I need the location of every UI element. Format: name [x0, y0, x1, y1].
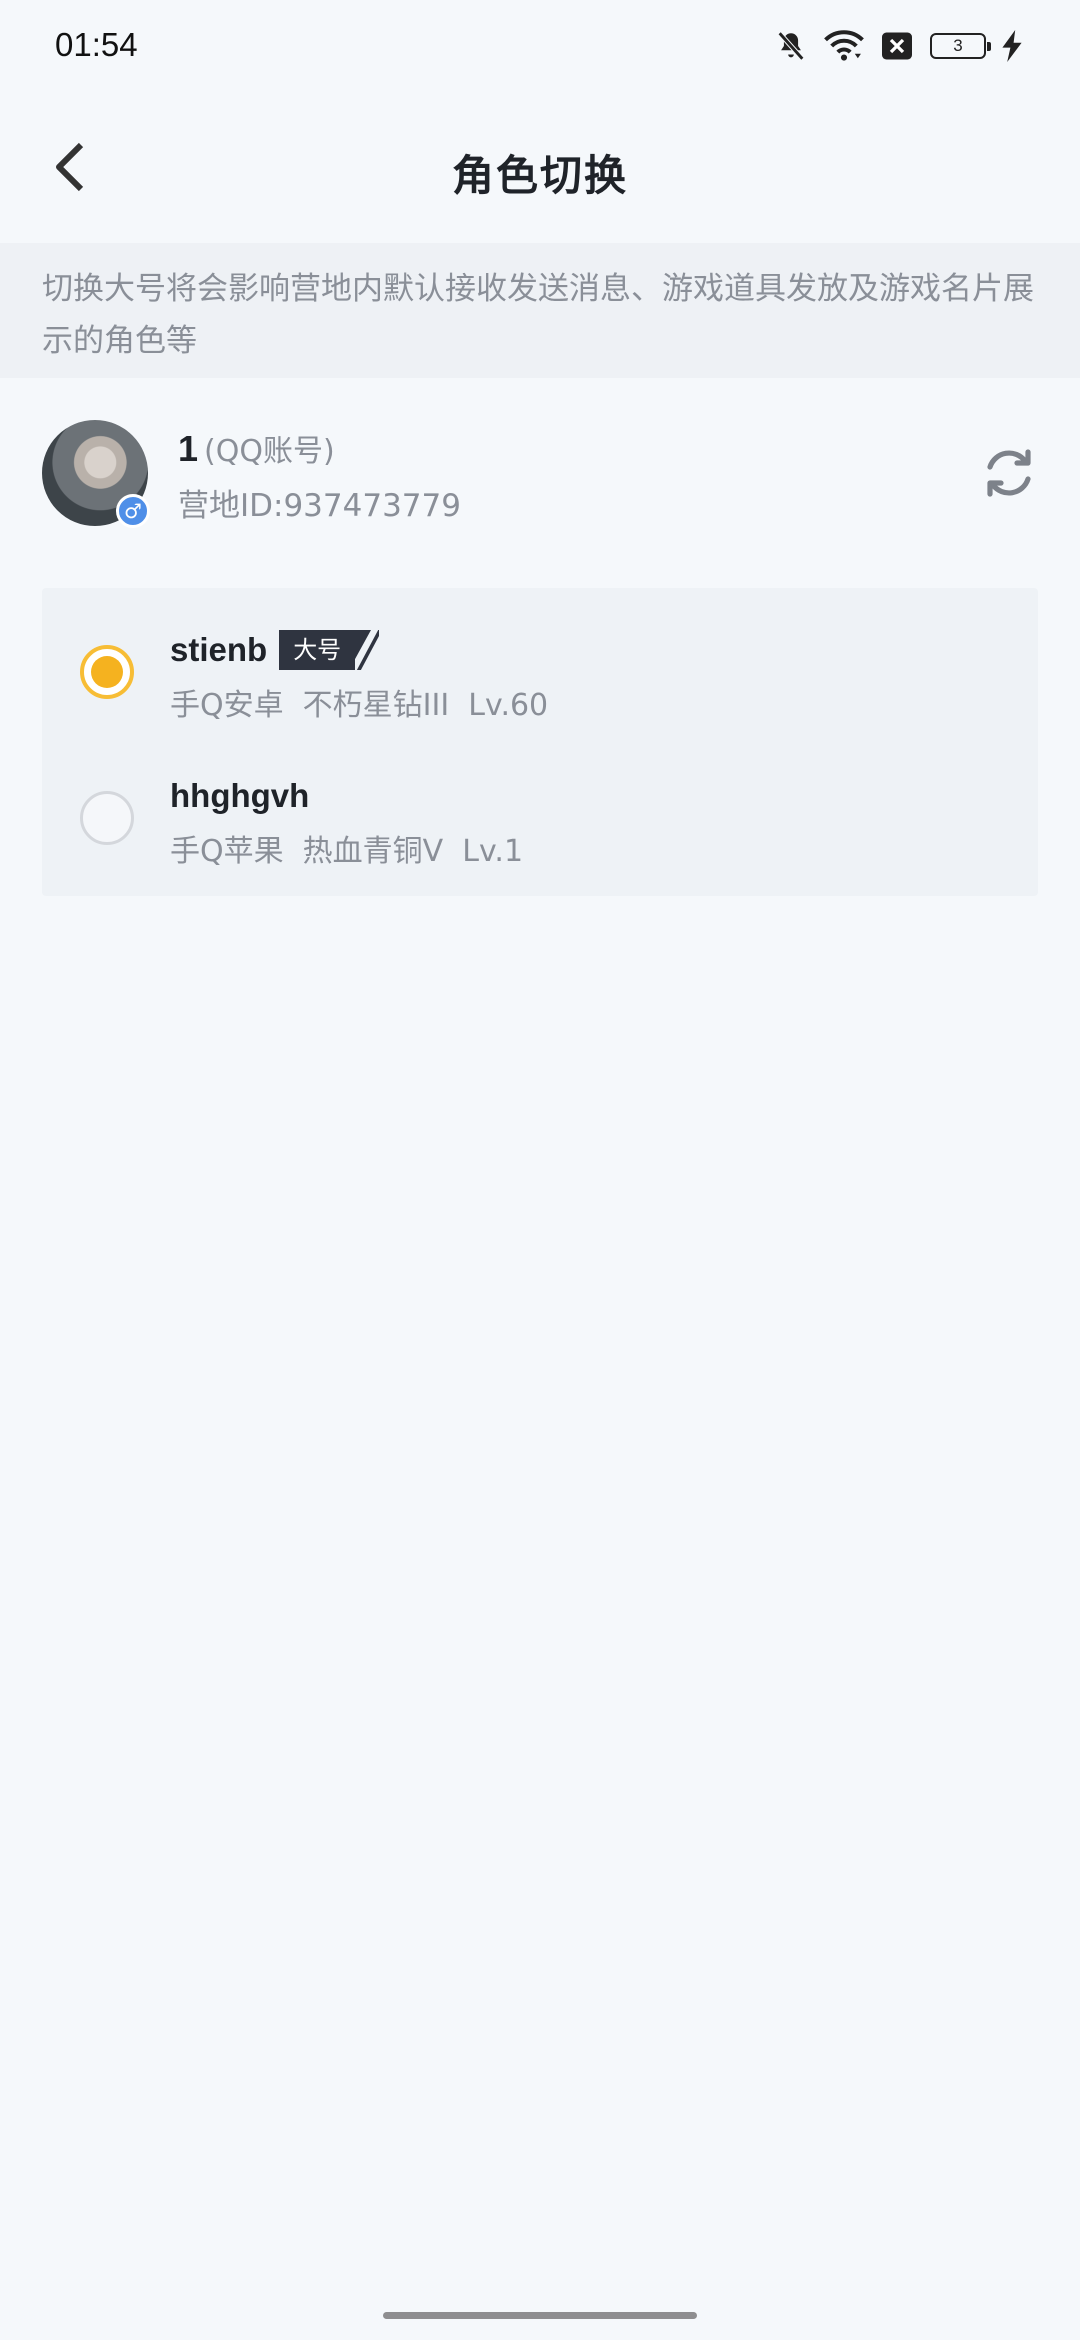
avatar[interactable]: ♂ — [42, 420, 150, 528]
role-name: hhghgvh — [170, 777, 310, 814]
role-list: stienb 大号 手Q安卓 不朽星钻III Lv.60 hhghgvh 手Q苹… — [42, 588, 1038, 896]
role-detail: 手Q安卓 不朽星钻III Lv.60 — [170, 688, 549, 723]
refresh-icon — [981, 445, 1037, 505]
home-indicator[interactable] — [383, 2312, 697, 2319]
status-bar: 01:54 3 — [0, 0, 1080, 96]
role-detail: 手Q苹果 热血青铜V Lv.1 — [170, 834, 524, 869]
role-item-hhghgvh[interactable]: hhghgvh 手Q苹果 热血青铜V Lv.1 — [42, 734, 1038, 880]
role-item-stienb[interactable]: stienb 大号 手Q安卓 不朽星钻III Lv.60 — [42, 588, 1038, 734]
account-name: 1 — [178, 428, 199, 469]
role-name-row: hhghgvh — [170, 774, 523, 818]
account-section: ♂ 1 (QQ账号) 营地ID:937473779 — [0, 400, 1080, 550]
bell-muted-icon — [774, 29, 808, 63]
main-account-badge-label: 大号 — [279, 630, 356, 670]
app-header: 角色切换 — [0, 110, 1080, 230]
wifi-icon — [824, 29, 864, 63]
role-name: stienb — [170, 631, 268, 668]
status-icons: 3 — [774, 26, 1022, 66]
role-radio[interactable] — [80, 791, 134, 845]
account-name-row: 1 (QQ账号) — [178, 426, 461, 470]
role-text: stienb 大号 手Q安卓 不朽星钻III Lv.60 — [170, 628, 548, 724]
account-type: (QQ账号) — [204, 434, 335, 469]
role-text: hhghgvh 手Q苹果 热血青铜V Lv.1 — [170, 774, 523, 870]
notice-text: 切换大号将会影响营地内默认接收发送消息、游戏道具发放及游戏名片展示的角色等 — [42, 271, 1034, 359]
page-title: 角色切换 — [451, 151, 628, 200]
role-name-row: stienb 大号 — [170, 628, 548, 672]
account-id: 营地ID:937473779 — [178, 488, 461, 524]
battery-icon: 3 — [930, 33, 991, 59]
battery-level: 3 — [953, 36, 963, 55]
account-info: 1 (QQ账号) 营地ID:937473779 — [178, 426, 461, 525]
main-account-badge: 大号 — [279, 630, 379, 670]
notice-banner: 切换大号将会影响营地内默认接收发送消息、游戏道具发放及游戏名片展示的角色等 — [0, 243, 1080, 378]
role-switch-screen: 01:54 3 角色切换 切换大号将会影响营地内默认接收发送消息、游戏道具发放及… — [0, 0, 1080, 2340]
role-radio-selected[interactable] — [80, 645, 134, 699]
male-icon: ♂ — [116, 494, 150, 528]
sim-error-icon — [880, 31, 914, 61]
charging-icon — [1002, 30, 1022, 62]
refresh-button[interactable] — [980, 446, 1038, 504]
status-time: 01:54 — [55, 26, 138, 63]
badge-slash-decoration — [355, 630, 379, 670]
